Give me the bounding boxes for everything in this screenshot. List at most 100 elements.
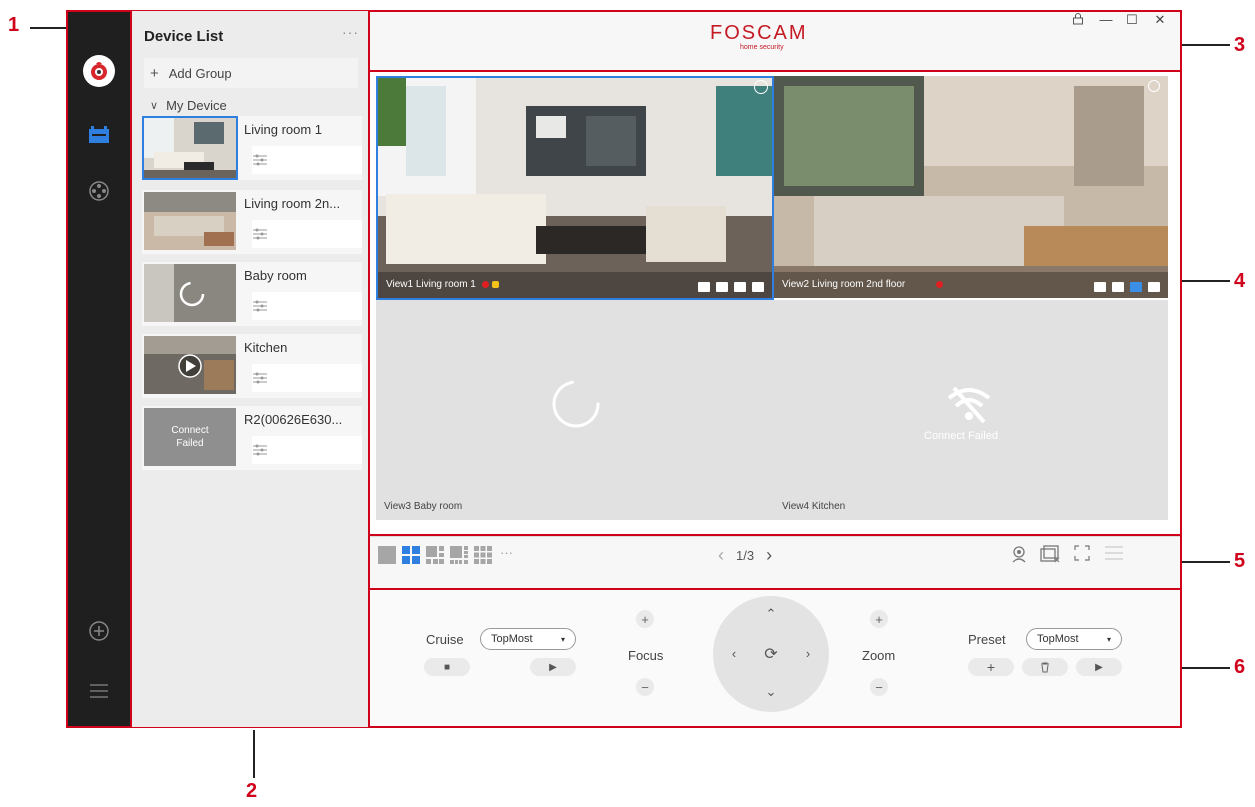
preset-play-button[interactable]: ▶ bbox=[1076, 658, 1122, 676]
device-list-more-button[interactable]: ··· bbox=[342, 24, 359, 40]
close-all-views-icon[interactable] bbox=[1040, 545, 1060, 568]
video-controls bbox=[698, 282, 764, 292]
device-thumbnail bbox=[144, 192, 236, 250]
ptz-joystick[interactable]: ⌃ ⌄ ‹ › ⟳ bbox=[713, 596, 829, 712]
trash-icon bbox=[1041, 662, 1049, 672]
next-page-button[interactable]: › bbox=[766, 545, 772, 566]
lock-icon[interactable] bbox=[1068, 12, 1088, 28]
snapshot-icon[interactable] bbox=[716, 282, 728, 292]
loading-spinner-icon bbox=[552, 380, 600, 428]
add-device-icon[interactable] bbox=[82, 614, 116, 648]
device-item-living-room-2nd[interactable]: Living room 2n... bbox=[142, 190, 362, 254]
prev-page-button[interactable]: ‹ bbox=[718, 545, 724, 566]
settings-sliders-icon bbox=[253, 444, 267, 456]
page-indicator: 1/3 bbox=[736, 548, 755, 563]
hamburger-menu-icon[interactable] bbox=[1104, 545, 1124, 566]
preset-select-value: TopMost bbox=[1037, 633, 1079, 645]
focus-minus-button[interactable]: − bbox=[636, 678, 654, 696]
callout-5: 5 bbox=[1234, 550, 1246, 572]
pan-up-button[interactable]: ⌃ bbox=[764, 606, 778, 622]
device-list-title: Device List bbox=[144, 28, 224, 45]
minimize-button[interactable]: — bbox=[1096, 12, 1116, 27]
playback-icon[interactable] bbox=[82, 174, 116, 208]
maximize-button[interactable]: ☐ bbox=[1122, 12, 1142, 28]
pan-left-button[interactable]: ‹ bbox=[727, 646, 741, 661]
add-group-button[interactable]: + Add Group bbox=[144, 58, 358, 88]
layout-6-icon[interactable] bbox=[426, 546, 444, 564]
device-thumbnail: Connect Failed bbox=[144, 408, 236, 466]
video-view-2[interactable]: View2 Living room 2nd floor bbox=[774, 76, 1168, 298]
device-settings-button[interactable] bbox=[252, 292, 362, 320]
mute-icon[interactable] bbox=[734, 282, 746, 292]
layout-toolbar: ··· ‹ 1/3 › bbox=[368, 536, 1182, 590]
device-thumbnail bbox=[144, 336, 236, 394]
callout-1: 1 bbox=[8, 14, 20, 36]
device-item-kitchen[interactable]: Kitchen bbox=[142, 334, 362, 398]
power-icon[interactable] bbox=[1148, 80, 1160, 92]
cruise-select[interactable]: TopMost ▾ bbox=[480, 628, 576, 650]
layout-1-icon[interactable] bbox=[378, 546, 396, 564]
callout-1-line bbox=[30, 27, 66, 29]
zoom-label: Zoom bbox=[862, 648, 896, 663]
my-device-label: My Device bbox=[166, 97, 227, 113]
fullscreen-icon[interactable] bbox=[1074, 545, 1090, 566]
device-name: Living room 2n... bbox=[244, 196, 341, 211]
chevron-down-icon: ∨ bbox=[150, 99, 159, 112]
layout-9-icon[interactable] bbox=[474, 546, 492, 564]
more-layouts-button[interactable]: ··· bbox=[500, 545, 513, 560]
zoom-minus-button[interactable]: − bbox=[870, 678, 888, 696]
callout-3: 3 bbox=[1234, 34, 1246, 56]
zoom-plus-button[interactable]: + bbox=[870, 610, 888, 628]
cruise-label: Cruise bbox=[426, 632, 464, 647]
ptz-control-panel: Cruise TopMost ▾ ■ ▶ + Focus − ⌃ ⌄ ‹ › ⟳… bbox=[368, 590, 1182, 728]
cruise-select-value: TopMost bbox=[491, 633, 533, 645]
add-group-label: Add Group bbox=[168, 65, 232, 81]
device-settings-button[interactable] bbox=[252, 436, 362, 464]
layout-4-icon[interactable] bbox=[402, 546, 420, 564]
cruise-play-button[interactable]: ▶ bbox=[530, 658, 576, 676]
device-name: R2(00626E630... bbox=[244, 412, 343, 427]
preset-select[interactable]: TopMost ▾ bbox=[1026, 628, 1122, 650]
snapshot-icon[interactable] bbox=[1112, 282, 1124, 292]
callout-3-line bbox=[1182, 44, 1230, 46]
pan-down-button[interactable]: ⌄ bbox=[764, 684, 778, 700]
camera-user-icon[interactable] bbox=[1010, 545, 1028, 568]
talk-mute-icon[interactable] bbox=[1148, 282, 1160, 292]
cruise-stop-button[interactable]: ■ bbox=[424, 658, 470, 676]
device-thumbnail bbox=[142, 116, 238, 180]
focus-plus-button[interactable]: + bbox=[636, 610, 654, 628]
pan-right-button[interactable]: › bbox=[801, 646, 815, 661]
device-name: Kitchen bbox=[244, 340, 288, 355]
speaker-icon[interactable] bbox=[1130, 282, 1142, 292]
record-video-icon[interactable] bbox=[698, 282, 710, 292]
live-view-icon[interactable] bbox=[82, 118, 116, 152]
close-button[interactable]: ✕ bbox=[1150, 12, 1170, 28]
video-view-1[interactable]: View1 Living room 1 bbox=[376, 76, 774, 300]
preset-delete-button[interactable] bbox=[1022, 658, 1068, 676]
record-indicator-icon bbox=[936, 281, 943, 288]
record-video-icon[interactable] bbox=[1094, 282, 1106, 292]
brand-logo: FOSCAM bbox=[710, 22, 808, 44]
video-view-4[interactable]: Connect Failed View4 Kitchen bbox=[774, 300, 1168, 520]
menu-icon[interactable] bbox=[82, 674, 116, 708]
title-bar: FOSCAM home security — ☐ ✕ bbox=[368, 10, 1182, 73]
device-item-baby-room[interactable]: Baby room bbox=[142, 262, 362, 326]
power-icon[interactable] bbox=[754, 80, 768, 94]
device-item-r2[interactable]: Connect Failed R2(00626E630... bbox=[142, 406, 362, 470]
view-label: View3 Baby room bbox=[384, 501, 463, 512]
settings-sliders-icon bbox=[253, 300, 267, 312]
device-settings-button[interactable] bbox=[252, 146, 362, 174]
wifi-disconnected-icon bbox=[947, 386, 991, 424]
device-settings-button[interactable] bbox=[252, 364, 362, 392]
device-settings-button[interactable] bbox=[252, 220, 362, 248]
foscam-logo[interactable] bbox=[82, 54, 116, 88]
layout-8-icon[interactable] bbox=[450, 546, 468, 564]
alarm-bell-icon bbox=[492, 281, 499, 288]
video-view-3[interactable]: View3 Baby room bbox=[376, 300, 774, 520]
talk-mute-icon[interactable] bbox=[752, 282, 764, 292]
preset-add-button[interactable]: + bbox=[968, 658, 1014, 676]
reset-rotate-icon[interactable]: ⟳ bbox=[764, 644, 778, 664]
callout-4: 4 bbox=[1234, 270, 1246, 292]
device-list-panel: Device List ··· + Add Group ∨ My Device … bbox=[132, 10, 368, 728]
device-item-living-room-1[interactable]: Living room 1 bbox=[142, 116, 362, 180]
